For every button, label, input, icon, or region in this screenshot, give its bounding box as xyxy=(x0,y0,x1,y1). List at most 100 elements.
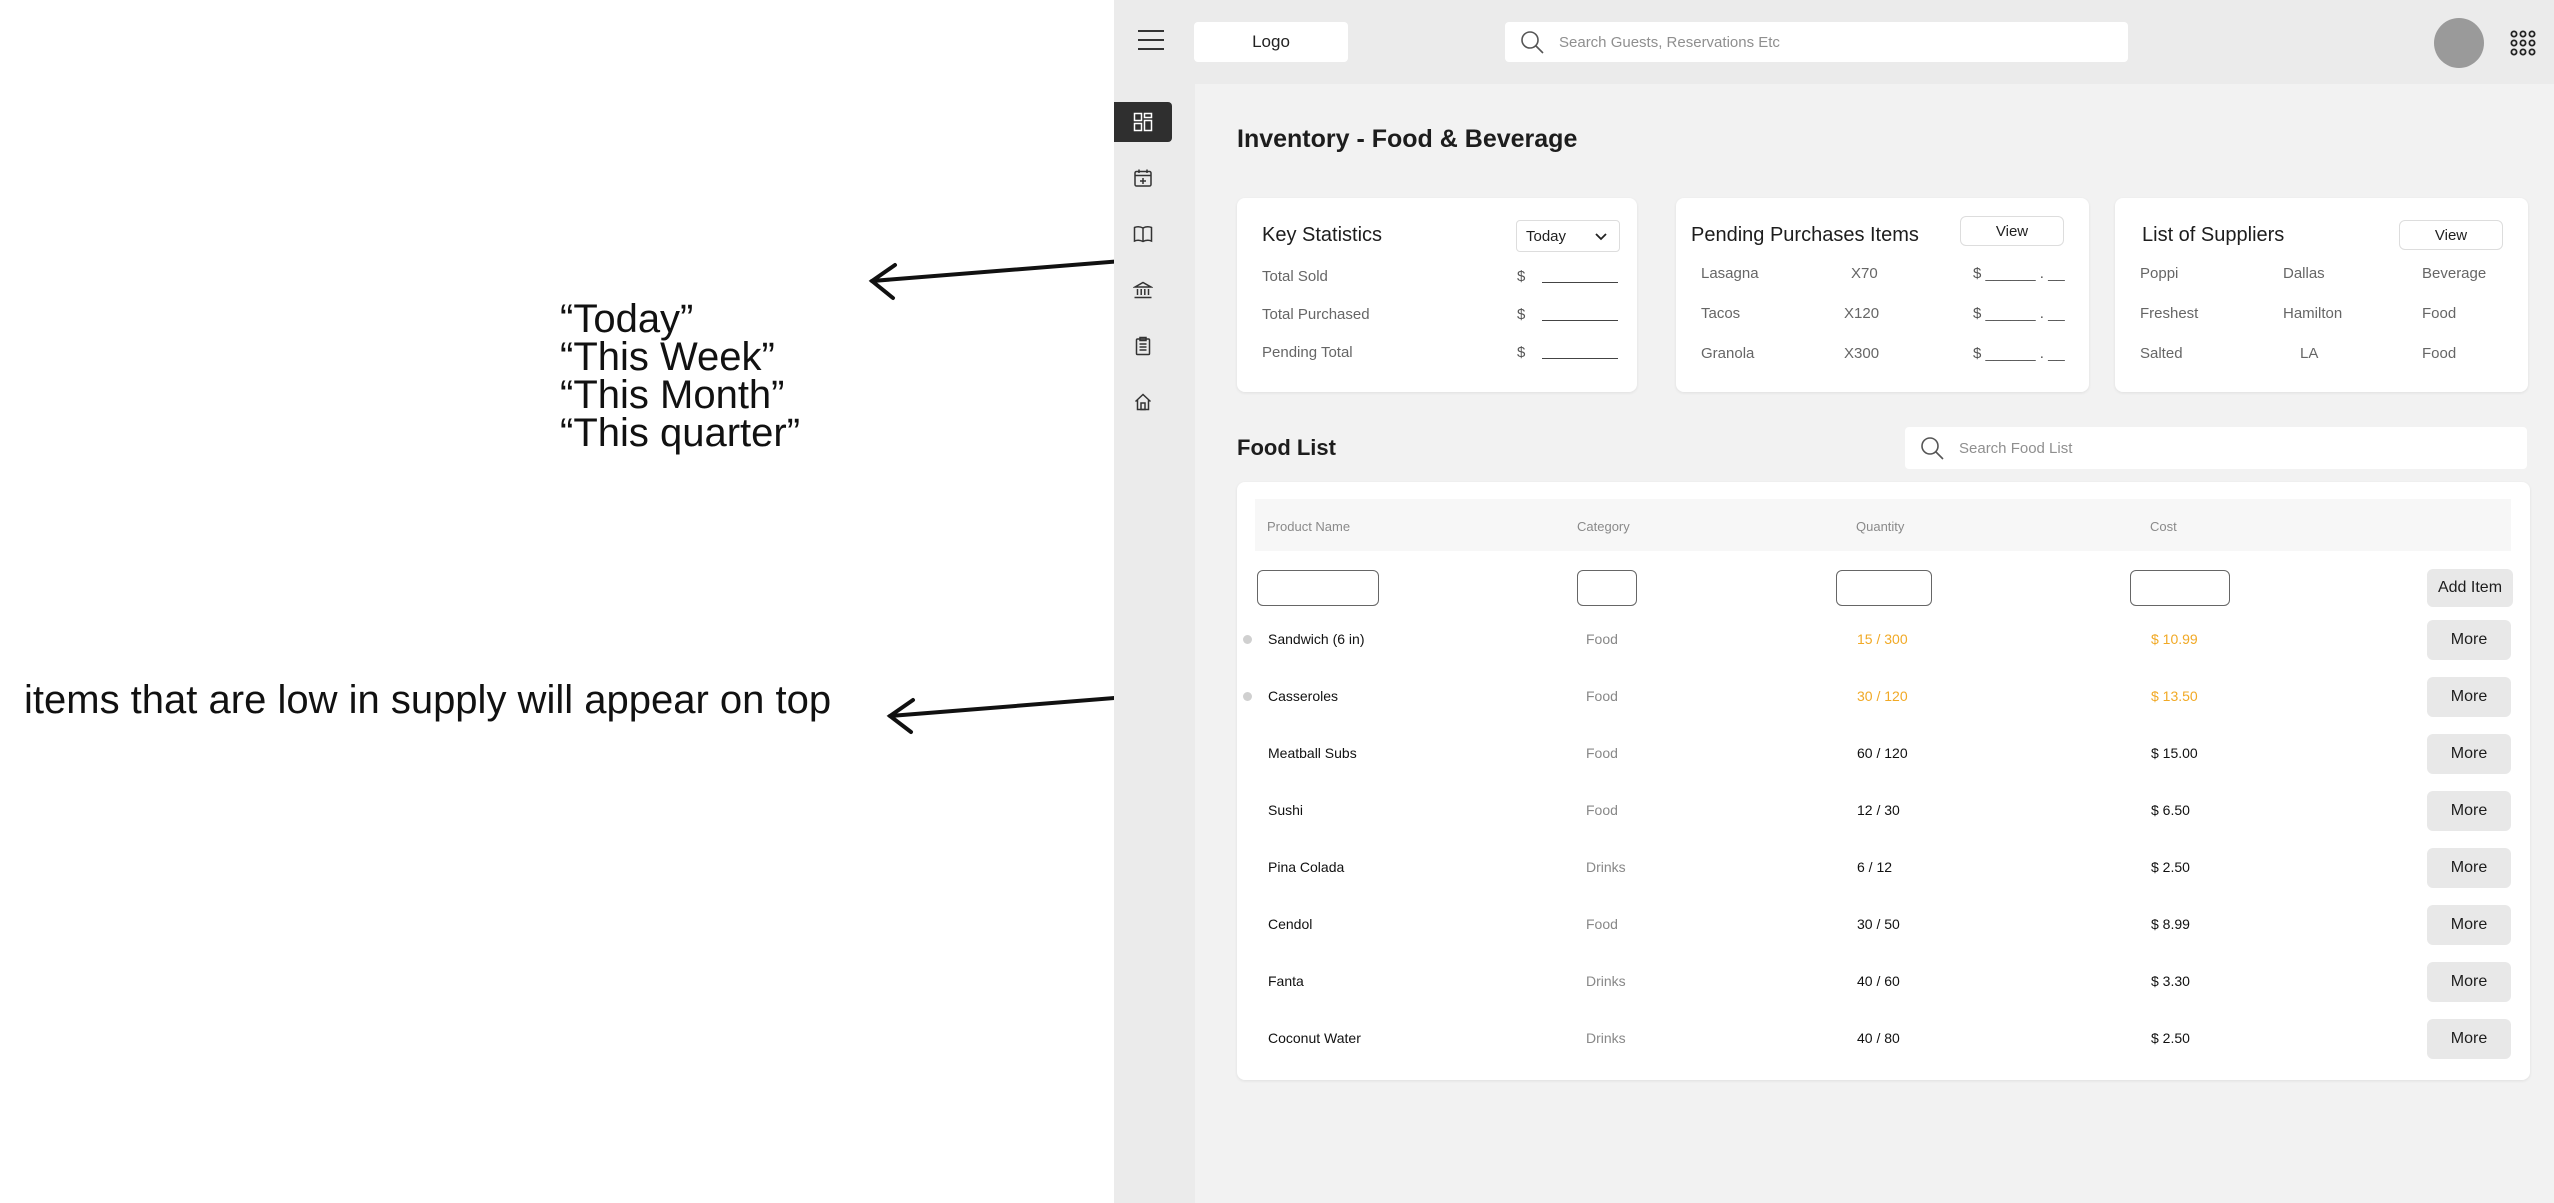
product-name: Sushi xyxy=(1268,802,1304,818)
low-stock-indicator-icon xyxy=(1243,635,1252,644)
sidebar-item-bank[interactable] xyxy=(1114,270,1172,310)
product-quantity: 60 / 120 xyxy=(1857,745,1908,761)
table-row: Fanta Drinks 40 / 60 $ 3.30 More xyxy=(1237,954,2530,1011)
stat-currency: $ xyxy=(1517,268,1526,285)
supplier-type: Food xyxy=(2422,345,2457,362)
product-quantity: 15 / 300 xyxy=(1857,631,1908,647)
bank-icon xyxy=(1133,281,1153,299)
table-row: Sushi Food 12 / 30 $ 6.50 More xyxy=(1237,783,2530,840)
stat-total-sold-label: Total Sold xyxy=(1262,268,1328,285)
product-cost: $ 2.50 xyxy=(2151,859,2190,875)
pending-item-qty: X70 xyxy=(1851,265,1878,282)
annotation-option: “This quarter” xyxy=(560,411,801,455)
product-category: Food xyxy=(1586,745,1618,761)
product-quantity: 30 / 50 xyxy=(1857,916,1900,932)
global-search-input[interactable] xyxy=(1559,33,2099,51)
product-quantity: 40 / 60 xyxy=(1857,973,1900,989)
more-button[interactable]: More xyxy=(2427,677,2511,717)
stat-total-purchased-label: Total Purchased xyxy=(1262,306,1370,323)
column-header-product-name: Product Name xyxy=(1267,519,1351,534)
sidebar-item-calendar[interactable] xyxy=(1114,158,1172,198)
more-button[interactable]: More xyxy=(2427,620,2511,660)
more-button[interactable]: More xyxy=(2427,791,2511,831)
stat-pending-total-label: Pending Total xyxy=(1262,344,1353,361)
search-icon xyxy=(1921,437,1944,460)
avatar[interactable] xyxy=(2434,18,2484,68)
supplier-name: Salted xyxy=(2140,345,2183,362)
table-row: Sandwich (6 in) Food 15 / 300 $ 10.99 More xyxy=(1237,612,2530,669)
product-cost: $ 2.50 xyxy=(2151,1030,2190,1046)
pending-purchases-card: Pending Purchases Items View Lasagna X70… xyxy=(1676,198,2089,392)
apps-grid-icon[interactable] xyxy=(2510,30,2536,56)
sidebar-item-book[interactable] xyxy=(1114,214,1172,254)
sidebar-item-dashboard[interactable] xyxy=(1114,102,1172,142)
product-category: Food xyxy=(1586,631,1618,647)
annotation-arrows xyxy=(868,251,1240,734)
page-title: Inventory - Food & Beverage xyxy=(1237,125,1578,153)
filter-category-input[interactable] xyxy=(1577,570,1637,606)
book-icon xyxy=(1133,226,1153,243)
timeframe-options-annotation: “Today” “This Week” “This Month” “This q… xyxy=(560,299,801,455)
pending-view-button[interactable]: View xyxy=(1960,216,2064,246)
product-cost: $ 3.30 xyxy=(2151,973,2190,989)
more-button[interactable]: More xyxy=(2427,905,2511,945)
pending-item-price: $ ______ . __ xyxy=(1973,345,2065,362)
filter-cost-input[interactable] xyxy=(2130,570,2230,606)
suppliers-card: List of Suppliers View Poppi Dallas Beve… xyxy=(2115,198,2528,392)
key-statistics-title: Key Statistics xyxy=(1262,224,1383,246)
table-row: Pina Colada Drinks 6 / 12 $ 2.50 More xyxy=(1237,840,2530,897)
add-item-button[interactable]: Add Item xyxy=(2427,569,2513,607)
more-button[interactable]: More xyxy=(2427,734,2511,774)
product-quantity: 12 / 30 xyxy=(1857,802,1900,818)
search-icon xyxy=(1521,31,1544,54)
filter-product-name-input[interactable] xyxy=(1257,570,1379,606)
more-button[interactable]: More xyxy=(2427,962,2511,1002)
dashboard-icon xyxy=(1133,112,1153,132)
food-search-input[interactable] xyxy=(1959,439,2499,457)
app-window: Logo Search Guests, Reservations Etc Inv… xyxy=(1114,0,2554,1203)
pending-item-qty: X120 xyxy=(1844,305,1880,322)
product-category: Drinks xyxy=(1586,1030,1626,1046)
product-quantity: 40 / 80 xyxy=(1857,1030,1900,1046)
product-category: Food xyxy=(1586,688,1618,704)
product-category: Drinks xyxy=(1586,859,1626,875)
global-search-bar[interactable] xyxy=(1505,22,2128,62)
column-header-category: Category xyxy=(1577,519,1630,534)
food-search-bar[interactable] xyxy=(1905,427,2527,469)
top-bar: Logo xyxy=(1114,0,2554,84)
more-button[interactable]: More xyxy=(2427,848,2511,888)
arrow-low-supply-head xyxy=(886,698,915,734)
sidebar-item-home[interactable] xyxy=(1114,382,1172,422)
pending-item-price: $ ______ . __ xyxy=(1973,265,2065,282)
clipboard-icon xyxy=(1135,336,1151,356)
suppliers-title: List of Suppliers xyxy=(2142,224,2285,246)
product-cost: $ 13.50 xyxy=(2151,688,2198,704)
timeframe-selected: Today xyxy=(1526,227,1567,245)
supplier-name: Freshest xyxy=(2140,305,2199,322)
pending-item-price: $ ______ . __ xyxy=(1973,305,2065,322)
table-header: Product Name Category Quantity Cost xyxy=(1255,499,2511,551)
key-statistics-card: Key Statistics Today Total Sold $ Total … xyxy=(1237,198,1637,392)
product-name: Coconut Water xyxy=(1268,1030,1361,1046)
suppliers-view-button[interactable]: View xyxy=(2399,220,2503,250)
more-button[interactable]: More xyxy=(2427,1019,2511,1059)
product-cost: $ 6.50 xyxy=(2151,802,2190,818)
chevron-down-icon xyxy=(1595,233,1607,241)
product-category: Food xyxy=(1586,916,1618,932)
product-name: Meatball Subs xyxy=(1268,745,1357,761)
stat-value-line xyxy=(1542,358,1618,359)
logo[interactable]: Logo xyxy=(1194,22,1348,62)
timeframe-dropdown[interactable]: Today xyxy=(1516,220,1620,252)
supplier-type: Beverage xyxy=(2422,265,2487,282)
table-row: Casseroles Food 30 / 120 $ 13.50 More xyxy=(1237,669,2530,726)
filter-quantity-input[interactable] xyxy=(1836,570,1932,606)
stat-currency: $ xyxy=(1517,306,1526,323)
product-cost: $ 15.00 xyxy=(2151,745,2198,761)
table-row: Coconut Water Drinks 40 / 80 $ 2.50 More xyxy=(1237,1011,2530,1068)
supplier-location: Dallas xyxy=(2283,265,2325,282)
column-header-quantity: Quantity xyxy=(1856,519,1905,534)
menu-icon[interactable] xyxy=(1138,28,1166,52)
annotation-option: “This Week” xyxy=(560,335,775,379)
sidebar-item-clipboard[interactable] xyxy=(1114,326,1172,366)
product-cost: $ 10.99 xyxy=(2151,631,2198,647)
